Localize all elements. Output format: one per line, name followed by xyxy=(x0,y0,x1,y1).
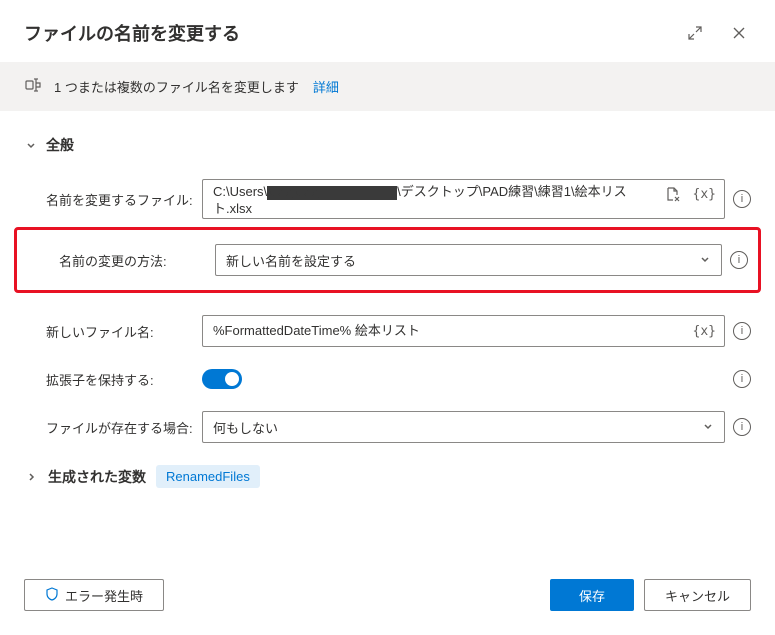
if-file-exists-value: 何もしない xyxy=(213,418,278,437)
new-filename-input[interactable]: %FormattedDateTime% 絵本リスト {x} xyxy=(202,315,725,347)
variable-picker-icon[interactable]: {x} xyxy=(689,322,720,341)
info-icon[interactable]: i xyxy=(733,190,751,208)
section-general-header[interactable]: 全般 xyxy=(24,135,751,155)
new-filename-label: 新しいファイル名: xyxy=(46,322,194,341)
generated-var-pill[interactable]: RenamedFiles xyxy=(156,465,260,488)
highlighted-area: 名前の変更の方法: 新しい名前を設定する i xyxy=(14,227,761,293)
variable-picker-icon[interactable]: {x} xyxy=(689,185,720,204)
on-error-label: エラー発生時 xyxy=(65,586,143,605)
chevron-right-icon xyxy=(24,470,38,484)
rename-scheme-value: 新しい名前を設定する xyxy=(226,251,356,270)
info-icon[interactable]: i xyxy=(730,251,748,269)
save-button[interactable]: 保存 xyxy=(550,579,634,611)
rename-icon xyxy=(24,76,42,97)
rename-scheme-label: 名前の変更の方法: xyxy=(59,251,207,270)
info-icon[interactable]: i xyxy=(733,370,751,388)
chevron-down-icon xyxy=(702,420,714,435)
on-error-button[interactable]: エラー発生時 xyxy=(24,579,164,611)
file-to-rename-input[interactable]: C:\Users\XXXXXX\デスクトップ\PAD練習\練習1\絵本リスト.x… xyxy=(202,179,725,219)
expand-icon[interactable] xyxy=(683,21,707,45)
section-general-title: 全般 xyxy=(46,135,74,155)
chevron-down-icon xyxy=(699,253,711,268)
redacted-segment: XXXXXX xyxy=(267,186,397,200)
shield-icon xyxy=(45,587,59,604)
close-icon[interactable] xyxy=(727,21,751,45)
section-generated-vars-title: 生成された変数 xyxy=(48,467,146,487)
details-link[interactable]: 詳細 xyxy=(313,77,339,96)
cancel-button[interactable]: キャンセル xyxy=(644,579,751,611)
file-path-prefix: C:\Users\ xyxy=(213,184,267,199)
dialog-title: ファイルの名前を変更する xyxy=(24,20,240,46)
new-filename-value: %FormattedDateTime% 絵本リスト xyxy=(213,323,689,340)
info-icon[interactable]: i xyxy=(733,322,751,340)
chevron-down-icon xyxy=(24,138,38,152)
keep-extension-toggle[interactable] xyxy=(202,369,242,389)
file-to-rename-label: 名前を変更するファイル: xyxy=(46,190,194,209)
if-file-exists-select[interactable]: 何もしない xyxy=(202,411,725,443)
info-banner: 1 つまたは複数のファイル名を変更します 詳細 xyxy=(0,62,775,111)
banner-text: 1 つまたは複数のファイル名を変更します xyxy=(54,77,299,96)
keep-extension-label: 拡張子を保持する: xyxy=(46,370,194,389)
info-icon[interactable]: i xyxy=(733,418,751,436)
rename-scheme-select[interactable]: 新しい名前を設定する xyxy=(215,244,722,276)
section-generated-vars-header[interactable]: 生成された変数 RenamedFiles xyxy=(24,465,751,488)
file-picker-icon[interactable] xyxy=(663,184,683,204)
if-file-exists-label: ファイルが存在する場合: xyxy=(46,418,194,437)
